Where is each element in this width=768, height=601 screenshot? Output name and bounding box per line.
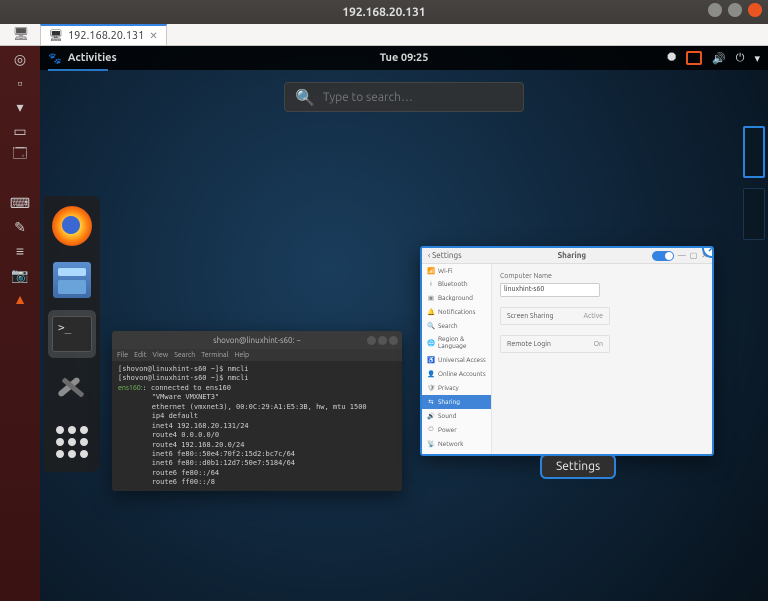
sidebar-item-wi-fi[interactable]: 📶Wi-Fi: [422, 264, 491, 278]
host-icon-camera[interactable]: 📷: [8, 264, 32, 286]
vnc-connection-tab[interactable]: 🖥 192.168.20.131 ✕: [40, 24, 167, 45]
dash-show-applications[interactable]: [48, 418, 96, 466]
network-icon: ⯃: [667, 52, 676, 65]
menu-view[interactable]: View: [153, 351, 169, 359]
settings-sidebar: 📶Wi-FiᚼBluetooth▣Background🔔Notification…: [422, 264, 492, 454]
win-min-icon[interactable]: —: [678, 251, 686, 260]
sidebar-item-universal-access[interactable]: ♿Universal Access: [422, 353, 491, 367]
host-window-titlebar: 192.168.20.131: [0, 0, 768, 24]
remote-desktop: 🐾 Activities Tue 09:25 ⯃ 🔊 ⏻ ▾ 🔍: [40, 46, 768, 601]
host-icon-5[interactable]: 🗔: [8, 144, 32, 166]
tab-label: 192.168.20.131: [68, 30, 144, 42]
tab-close-icon[interactable]: ✕: [149, 30, 157, 42]
gnome-dash: [44, 196, 100, 472]
terminal-menubar: File Edit View Search Terminal Help: [112, 349, 402, 361]
host-icon-8[interactable]: ≡: [8, 240, 32, 262]
sidebar-item-region-language[interactable]: 🌐Region & Language: [422, 333, 491, 353]
settings-overview-thumbnail[interactable]: ✕ ‹ Settings Sharing —▢✕ 📶Wi-FiᚼBluetoot…: [420, 246, 714, 456]
volume-icon: 🔊: [712, 52, 726, 65]
remote-login-row[interactable]: Remote Login On: [500, 335, 610, 353]
power-icon: ⏻: [736, 52, 745, 65]
win-max-icon[interactable]: ▢: [690, 251, 698, 260]
settings-tooltip: Settings: [540, 454, 616, 479]
clock-label[interactable]: Tue 09:25: [380, 52, 429, 64]
host-window-title: 192.168.20.131: [342, 6, 425, 19]
host-icon-4[interactable]: ▭: [8, 120, 32, 142]
host-icon-vlc[interactable]: ▲: [8, 288, 32, 310]
overview-search[interactable]: 🔍: [284, 82, 524, 112]
sidebar-item-search[interactable]: 🔍Search: [422, 319, 491, 333]
settings-panel-sharing: Computer Name linuxhint-s60 Screen Shari…: [492, 264, 712, 454]
host-icon-2[interactable]: ▫: [8, 72, 32, 94]
dash-files[interactable]: [48, 256, 96, 304]
workspace-1[interactable]: [743, 126, 765, 178]
sidebar-item-power[interactable]: ⏻Power: [422, 423, 491, 437]
sidebar-item-bluetooth[interactable]: ᚼBluetooth: [422, 278, 491, 291]
dash-terminal[interactable]: [48, 310, 96, 358]
settings-header-title: Sharing: [492, 251, 652, 260]
settings-back-label[interactable]: ‹ Settings: [422, 251, 492, 260]
minimize-button[interactable]: [708, 3, 722, 17]
sidebar-item-sharing[interactable]: ⇆Sharing: [422, 395, 491, 409]
vnc-app-icon[interactable]: 🖥: [2, 24, 40, 45]
terminal-content: [shovon@linuxhint-s60 ~]$ nmcli [shovon@…: [112, 361, 402, 491]
host-icon-keyboard[interactable]: ⌨: [8, 192, 32, 214]
dash-settings[interactable]: [48, 364, 96, 412]
host-icon-7[interactable]: ✎: [8, 216, 32, 238]
workspace-2[interactable]: [743, 188, 765, 240]
sidebar-item-privacy[interactable]: 🛡Privacy: [422, 381, 491, 395]
gnome-top-bar: 🐾 Activities Tue 09:25 ⯃ 🔊 ⏻ ▾: [40, 46, 768, 70]
sidebar-item-notifications[interactable]: 🔔Notifications: [422, 305, 491, 319]
screen-record-indicator: [686, 51, 702, 65]
screen-sharing-row[interactable]: Screen Sharing Active: [500, 307, 610, 325]
computer-name-field[interactable]: linuxhint-s60: [500, 283, 600, 297]
tab-screen-icon: 🖥: [49, 29, 63, 42]
status-area[interactable]: ⯃ 🔊 ⏻ ▾: [667, 51, 760, 65]
workspace-switcher: [740, 126, 768, 591]
menu-file[interactable]: File: [117, 351, 128, 359]
host-icon-1[interactable]: ◎: [8, 48, 32, 70]
sidebar-item-devices[interactable]: ⌨Devices: [422, 451, 491, 456]
terminal-title: shovon@linuxhint-s60: ~: [213, 336, 301, 345]
activities-paw-icon: 🐾: [48, 52, 62, 65]
menu-search[interactable]: Search: [174, 351, 195, 359]
menu-edit[interactable]: Edit: [134, 351, 146, 359]
host-os-launcher: ◎ ▫ ▾ ▭ 🗔 . ⌨ ✎ ≡ 📷 ▲: [0, 46, 40, 601]
activities-button[interactable]: 🐾 Activities: [48, 52, 117, 65]
sidebar-item-online-accounts[interactable]: 👤Online Accounts: [422, 367, 491, 381]
search-input[interactable]: [323, 91, 513, 104]
vnc-tab-bar: 🖥 🖥 192.168.20.131 ✕: [0, 24, 768, 46]
activities-label: Activities: [68, 52, 117, 64]
host-icon-3[interactable]: ▾: [8, 96, 32, 118]
dash-firefox[interactable]: [48, 202, 96, 250]
menu-terminal[interactable]: Terminal: [201, 351, 228, 359]
sidebar-item-sound[interactable]: 🔊Sound: [422, 409, 491, 423]
terminal-overview-thumbnail[interactable]: shovon@linuxhint-s60: ~ File Edit View S…: [112, 331, 402, 491]
sharing-master-toggle[interactable]: [652, 251, 674, 261]
close-button[interactable]: [748, 3, 762, 17]
computer-name-label: Computer Name: [500, 272, 704, 280]
chevron-down-icon: ▾: [754, 52, 760, 65]
settings-headerbar: ‹ Settings Sharing —▢✕: [422, 248, 712, 264]
menu-help[interactable]: Help: [234, 351, 249, 359]
sidebar-item-background[interactable]: ▣Background: [422, 291, 491, 305]
search-icon: 🔍: [295, 88, 315, 107]
terminal-titlebar: shovon@linuxhint-s60: ~: [112, 331, 402, 349]
sidebar-item-network[interactable]: 📡Network: [422, 437, 491, 451]
maximize-button[interactable]: [728, 3, 742, 17]
